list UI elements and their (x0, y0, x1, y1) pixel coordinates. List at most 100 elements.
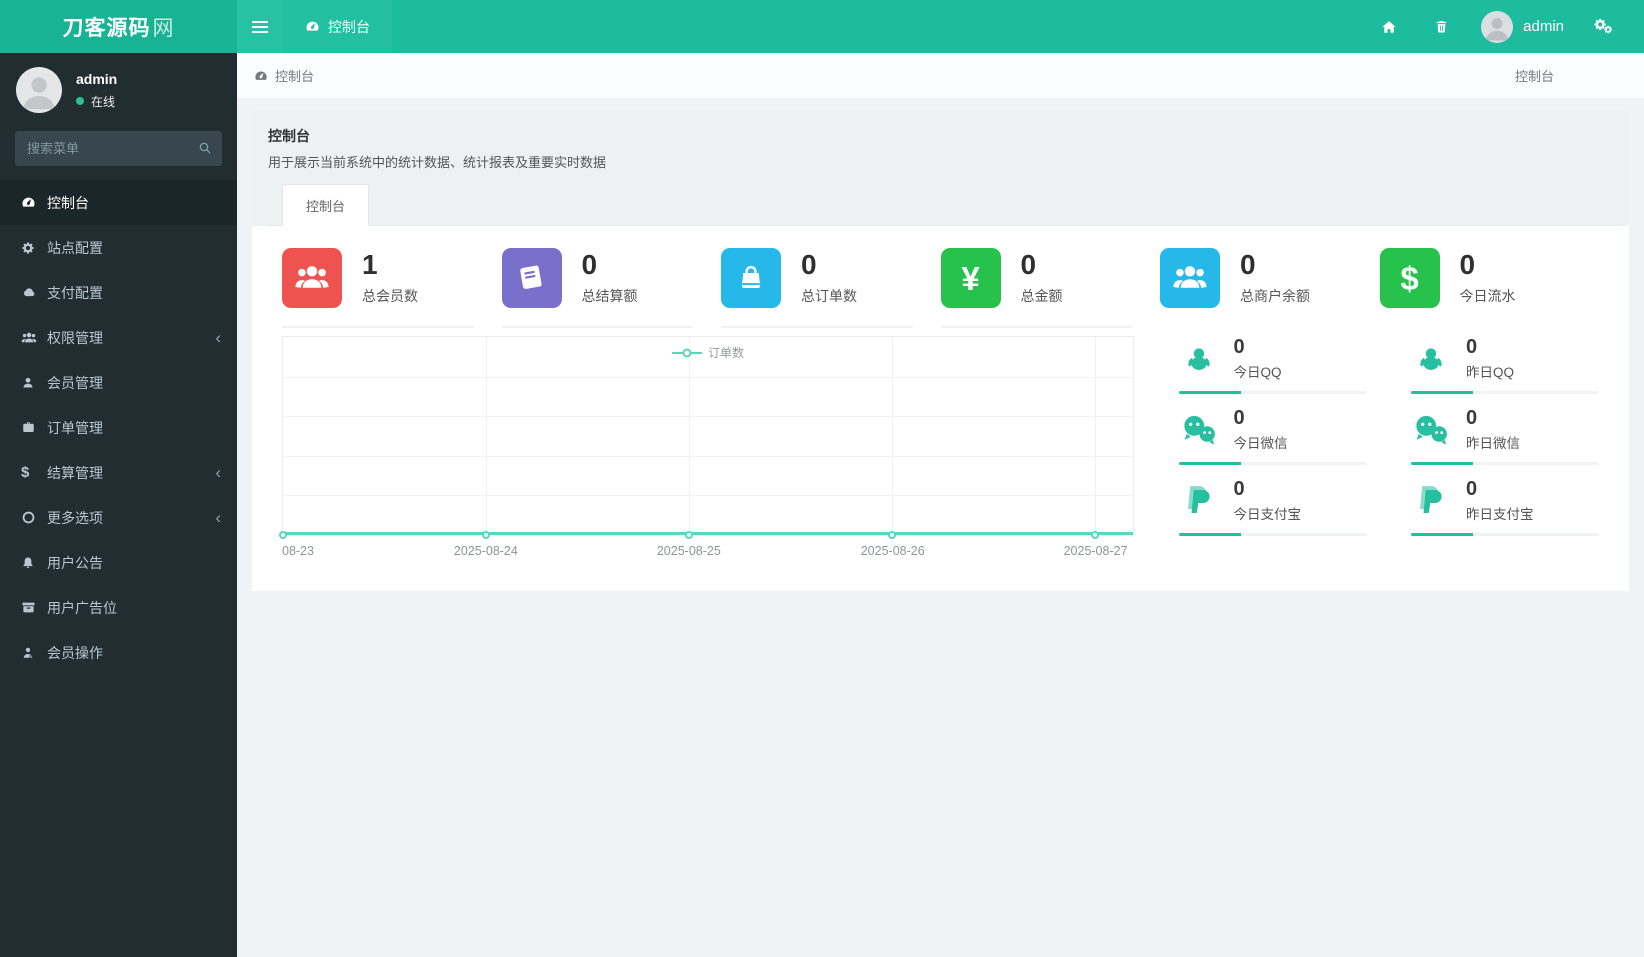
user-menu[interactable]: admin (1471, 10, 1574, 43)
mini-stat-label: 昨日微信 (1466, 436, 1520, 451)
data-point[interactable] (279, 531, 287, 539)
mini-stat-label: 今日支付宝 (1233, 507, 1302, 522)
stat-value: 0 (1240, 249, 1256, 281)
stat-label: 总商户余额 (1240, 287, 1310, 304)
sidebar-item-settlement[interactable]: $ 结算管理 ‹ (0, 450, 237, 495)
wechat-icon (1411, 413, 1451, 446)
sidebar-item-label: 用户广告位 (47, 599, 117, 616)
sidebar-item-label: 更多选项 (47, 509, 103, 526)
data-point[interactable] (888, 531, 897, 539)
search-icon[interactable] (198, 141, 212, 155)
avatar (16, 67, 62, 113)
trash-icon (1436, 20, 1446, 33)
home-button[interactable] (1367, 0, 1411, 53)
legend-label: 订单数 (707, 346, 745, 360)
progress-bar (1178, 533, 1367, 536)
book-icon (501, 248, 562, 308)
breadcrumb-right: 控制台 (1514, 69, 1554, 84)
stat-card-merchant-balance: 0 总商户余额 (1160, 248, 1380, 328)
mini-stat-label: 今日QQ (1233, 365, 1282, 380)
data-point[interactable] (482, 531, 491, 539)
navbar-tab-label: 控制台 (328, 18, 370, 35)
sidebar-item-announcements[interactable]: 用户公告 (0, 540, 237, 585)
stat-card-total-amount: ¥ 0 总金额 (940, 248, 1161, 328)
mini-stat-label: 今日微信 (1233, 436, 1288, 451)
gridline (283, 495, 1133, 497)
mini-stat-value: 0 (1466, 407, 1478, 429)
sidebar-user-panel: admin 在线 (0, 53, 237, 125)
sidebar-menu: 控制台 站点配置 支付配置 权限管理 ‹ 会员管理 订单管理 $ 结算管理 ‹ … (0, 180, 237, 675)
search-input[interactable] (15, 131, 222, 166)
mini-stat-today-qq: 0 今日QQ (1178, 336, 1367, 394)
sidebar-item-orders[interactable]: 订单管理 (0, 405, 237, 450)
sidebar-item-label: 订单管理 (47, 419, 103, 436)
sidebar-item-payment-config[interactable]: 支付配置 (0, 270, 237, 315)
mini-stat-today-wechat: 0 今日微信 (1178, 407, 1367, 465)
user-status-label: 在线 (91, 94, 116, 109)
stat-value: 0 (801, 249, 817, 281)
sidebar-item-site-config[interactable]: 站点配置 (0, 225, 237, 270)
chart-and-channels: 订单数 2025-08-23 2025-08-24 2 (279, 336, 1599, 563)
bell-icon (21, 556, 47, 570)
online-dot-icon (76, 97, 84, 105)
breadcrumb-current: 控制台 (275, 69, 315, 84)
sidebar-item-ad-slots[interactable]: 用户广告位 (0, 585, 237, 630)
sidebar: admin 在线 控制台 站点配置 (0, 53, 237, 957)
mini-stat-label: 昨日QQ (1466, 365, 1515, 380)
archive-icon (21, 600, 47, 615)
panel-header: 控制台 用于展示当前系统中的统计数据、统计报表及重要实时数据 控制台 (252, 111, 1629, 226)
users-group-icon (1160, 248, 1220, 308)
sidebar-item-label: 用户公告 (47, 554, 103, 571)
tab-strip: 控制台 (268, 184, 1613, 226)
sidebar-item-more-options[interactable]: 更多选项 ‹ (0, 495, 237, 540)
mini-stat-today-alipay: 0 今日支付宝 (1178, 478, 1367, 536)
x-axis-label: 2025-08-23 (282, 544, 314, 558)
x-axis: 2025-08-23 2025-08-24 2025-08-25 2025-08… (282, 541, 1134, 563)
shopping-bag-icon (721, 248, 781, 308)
stat-value: 0 (1020, 249, 1037, 281)
sidebar-search (15, 131, 222, 166)
mini-stat-value: 0 (1233, 478, 1245, 500)
sidebar-item-dashboard[interactable]: 控制台 (0, 180, 237, 225)
sidebar-item-label: 站点配置 (47, 239, 103, 256)
stat-value: 1 (362, 249, 378, 281)
sidebar-item-label: 控制台 (47, 194, 89, 211)
qq-icon (1179, 340, 1219, 378)
gridline (283, 455, 1133, 457)
stat-label: 总结算额 (581, 287, 638, 304)
data-point[interactable] (684, 531, 693, 539)
users-icon (21, 330, 47, 346)
gridline (688, 337, 690, 535)
users-group-icon (282, 248, 342, 308)
orders-chart: 订单数 2025-08-23 2025-08-24 2 (279, 336, 1134, 563)
paypal-icon (1179, 484, 1219, 517)
dollar-icon: $ (1379, 248, 1440, 308)
mini-stat-value: 0 (1466, 478, 1478, 500)
sidebar-item-label: 会员操作 (47, 644, 103, 661)
stat-card-today-flow: $ 0 今日流水 (1379, 248, 1600, 328)
tab-dashboard[interactable]: 控制台 (282, 184, 370, 226)
tachometer-icon (306, 21, 319, 31)
stat-label: 总金额 (1020, 287, 1063, 304)
x-axis-label: 2025-08-24 (453, 544, 518, 558)
user-icon (21, 376, 47, 390)
x-axis-label: 2025-08-27 (1063, 544, 1128, 558)
sidebar-item-member-actions[interactable]: 会员操作 (0, 630, 237, 675)
brand-logo-main: 刀客源码 (62, 16, 151, 40)
sidebar-item-label: 结算管理 (47, 464, 103, 481)
sidebar-item-permissions[interactable]: 权限管理 ‹ (0, 315, 237, 360)
chart-legend[interactable]: 订单数 (667, 344, 749, 361)
data-point[interactable] (1090, 531, 1099, 539)
settings-button[interactable] (1582, 0, 1626, 53)
home-icon (1382, 20, 1396, 33)
brand-logo[interactable]: 刀客源码 网 (0, 0, 237, 53)
page-title: 控制台 (268, 128, 310, 144)
cloud-icon (21, 285, 47, 300)
navbar-tab-dashboard[interactable]: 控制台 (283, 0, 392, 53)
sidebar-toggle-button[interactable] (237, 0, 283, 53)
gridline (892, 337, 894, 535)
trash-button[interactable] (1419, 0, 1463, 53)
sidebar-item-members[interactable]: 会员管理 (0, 360, 237, 405)
x-axis-label: 2025-08-26 (860, 544, 925, 558)
progress-bar (1178, 391, 1367, 394)
